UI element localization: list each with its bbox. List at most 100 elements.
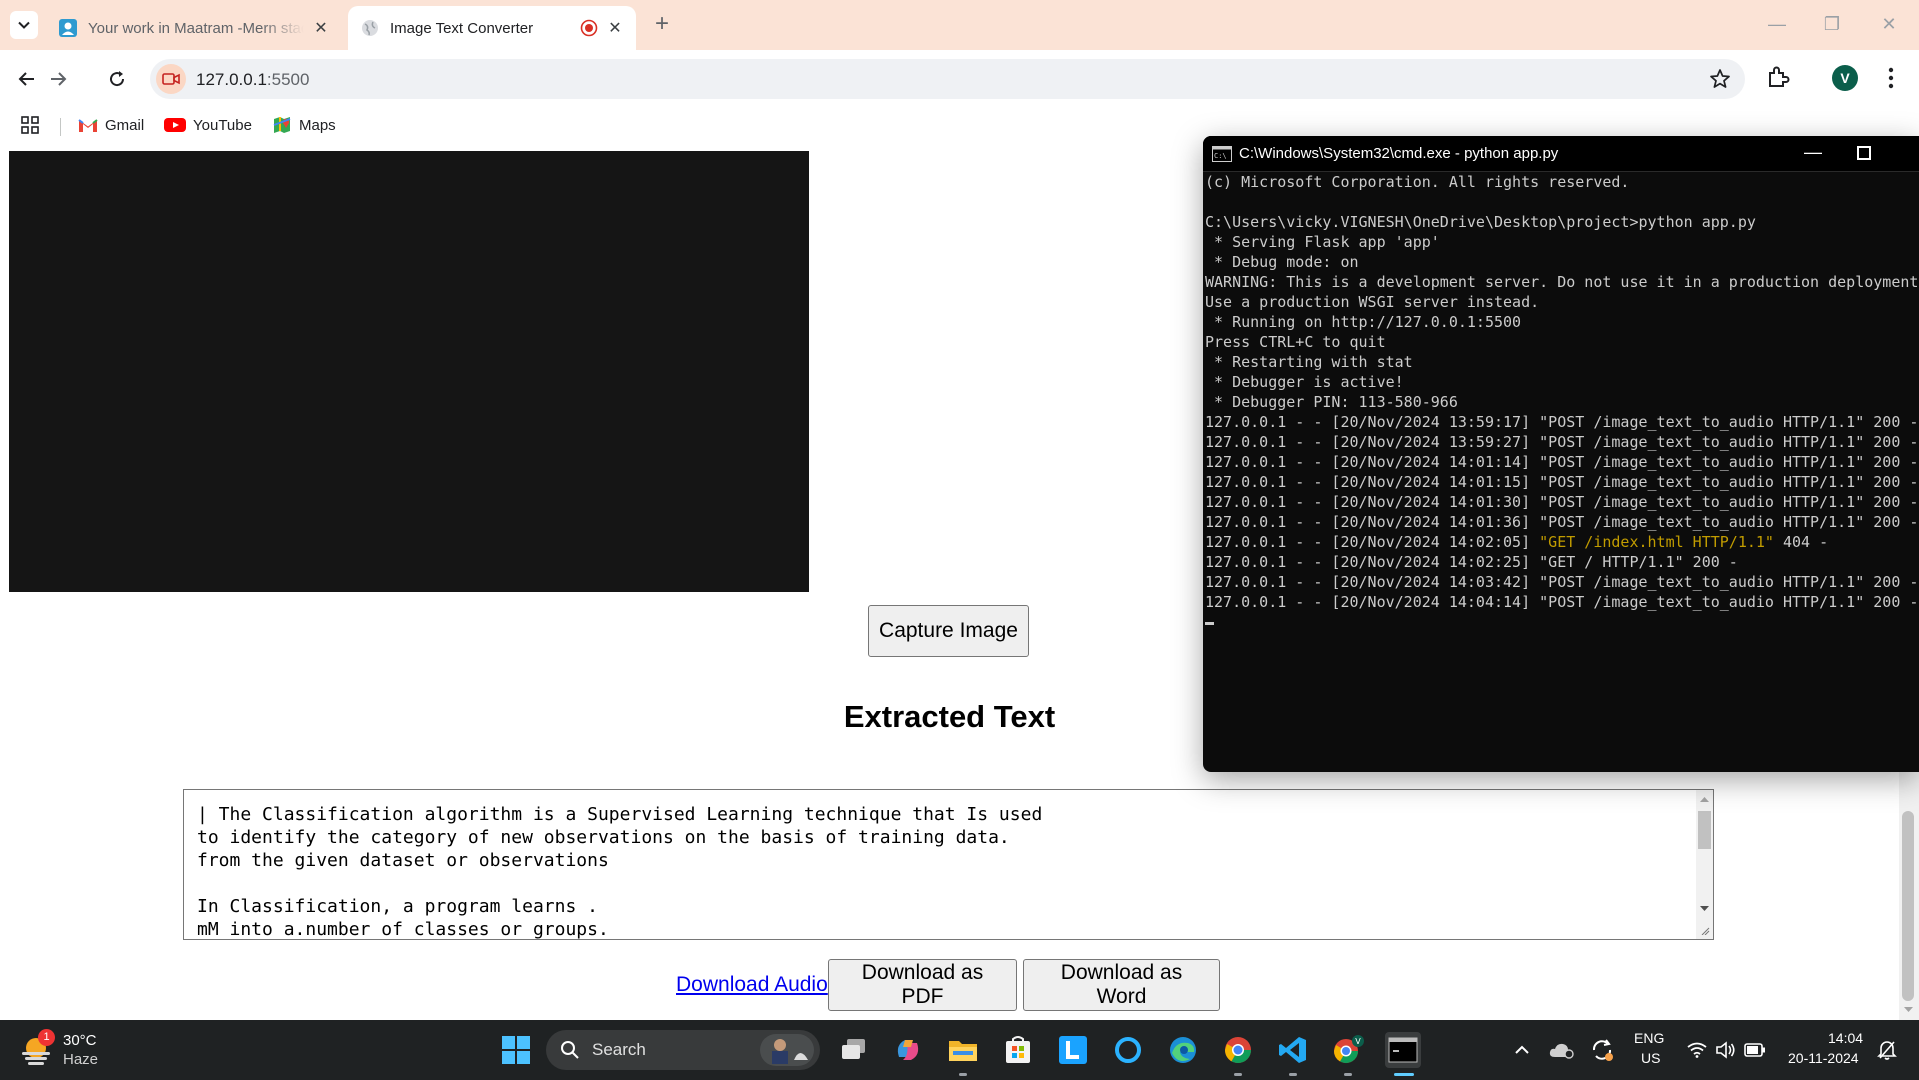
close-tab-icon[interactable]: ✕ <box>606 19 624 37</box>
restore-icon[interactable]: ❐ <box>1820 12 1844 36</box>
cmd-line: 127.0.0.1 - - [20/Nov/2024 13:59:17] "PO… <box>1205 412 1919 432</box>
running-indicator <box>1289 1073 1297 1076</box>
onedrive-icon <box>1549 1043 1574 1059</box>
show-hidden-icons-button[interactable] <box>1510 1038 1534 1062</box>
region-indicator[interactable]: US <box>1641 1050 1660 1066</box>
url-text: 127.0.0.1:5500 <box>196 70 309 90</box>
download-word-button[interactable]: Download as Word <box>1023 959 1220 1011</box>
chevron-up-icon <box>1515 1045 1529 1054</box>
sync-tray[interactable] <box>1589 1038 1615 1062</box>
battery-icon <box>1744 1043 1765 1057</box>
extensions-icon[interactable] <box>1765 64 1791 90</box>
cmd-line-text: * Debugger PIN: 113-580-966 <box>1205 393 1458 411</box>
bookmark-star-icon[interactable] <box>1709 68 1731 90</box>
browser-toolbar: 127.0.0.1:5500 V <box>0 50 1919 108</box>
bookmark-label: Maps <box>299 116 336 134</box>
bookmark-youtube[interactable]: YouTube <box>164 114 252 136</box>
terminal-button[interactable] <box>1385 1032 1421 1068</box>
maximize-icon[interactable] <box>1857 146 1871 160</box>
cmd-line: Press CTRL+C to quit <box>1205 332 1919 352</box>
cmd-output: (c) Microsoft Corporation. All rights re… <box>1205 172 1919 772</box>
language-indicator[interactable]: ENG <box>1634 1030 1664 1046</box>
active-indicator <box>1394 1073 1414 1076</box>
apps-button[interactable] <box>20 114 47 136</box>
cmd-title: C:\Windows\System32\cmd.exe - python app… <box>1239 145 1559 162</box>
close-tab-icon[interactable]: ✕ <box>312 19 330 37</box>
site-info-button[interactable] <box>156 64 186 94</box>
cmd-line-text: 127.0.0.1 - - [20/Nov/2024 14:03:42] "PO… <box>1205 573 1919 591</box>
cmd-line: 127.0.0.1 - - [20/Nov/2024 14:04:14] "PO… <box>1205 592 1919 612</box>
bookmark-gmail[interactable]: Gmail <box>78 114 144 136</box>
chrome-profile-button[interactable]: V <box>1330 1032 1366 1068</box>
search-label: Search <box>592 1040 646 1059</box>
taskbar-search[interactable]: Search <box>546 1030 820 1070</box>
cmd-line-text: 127.0.0.1 - - [20/Nov/2024 14:01:14] "PO… <box>1205 453 1919 471</box>
vscode-button[interactable] <box>1275 1032 1311 1068</box>
l-app-icon <box>1059 1036 1087 1064</box>
download-audio-link[interactable]: Download Audio <box>676 973 828 997</box>
svg-text:V: V <box>1355 1037 1361 1046</box>
edge-button[interactable] <box>1165 1032 1201 1068</box>
cmd-line-text: (c) Microsoft Corporation. All rights re… <box>1205 173 1630 191</box>
bookmark-maps[interactable]: Maps <box>272 114 336 136</box>
scroll-down-icon[interactable] <box>1904 1006 1913 1013</box>
cmd-line: Use a production WSGI server instead. <box>1205 292 1919 312</box>
weather-widget[interactable]: 1 30°C Haze <box>18 1028 138 1074</box>
clock-date[interactable]: 20-11-2024 <box>1788 1050 1859 1066</box>
minimize-icon[interactable]: — <box>1765 12 1789 36</box>
cmd-titlebar[interactable]: C:\ C:\Windows\System32\cmd.exe - python… <box>1203 136 1919 172</box>
start-button[interactable] <box>498 1032 534 1068</box>
cmd-line: WARNING: This is a development server. D… <box>1205 272 1919 292</box>
cmd-line: * Debug mode: on <box>1205 252 1919 272</box>
address-bar[interactable]: 127.0.0.1:5500 <box>150 59 1745 99</box>
scroll-up-icon[interactable] <box>1699 795 1710 804</box>
l-app-button[interactable] <box>1055 1032 1091 1068</box>
minimize-icon[interactable]: — <box>1801 142 1825 166</box>
running-indicator <box>1234 1073 1242 1076</box>
recording-icon <box>580 19 598 37</box>
forward-button[interactable] <box>44 65 72 93</box>
cmd-window[interactable]: C:\ C:\Windows\System32\cmd.exe - python… <box>1203 136 1919 772</box>
textarea-scrollbar[interactable] <box>1696 790 1713 939</box>
notifications-tray[interactable] <box>1876 1038 1898 1062</box>
page-scroll-thumb[interactable] <box>1902 811 1914 1001</box>
microsoft-store-button[interactable] <box>1000 1032 1036 1068</box>
back-button[interactable] <box>13 65 41 93</box>
camera-in-use-icon <box>162 73 180 85</box>
weather-description: Haze <box>63 1051 99 1068</box>
extracted-text-area[interactable]: | The Classification algorithm is a Supe… <box>183 789 1714 940</box>
onedrive-tray[interactable] <box>1549 1038 1575 1062</box>
scroll-down-icon[interactable] <box>1699 904 1710 913</box>
wifi-icon <box>1687 1042 1707 1058</box>
cortana-button[interactable] <box>1110 1032 1146 1068</box>
notification-bell-icon <box>1877 1041 1897 1060</box>
cmd-line-text: Press CTRL+C to quit <box>1205 333 1386 351</box>
reload-button[interactable] <box>103 65 131 93</box>
capture-image-button[interactable]: Capture Image <box>868 605 1029 657</box>
command-prompt-icon: C:\ <box>1212 146 1232 162</box>
edge-icon <box>1170 1037 1196 1063</box>
wifi-tray[interactable] <box>1686 1038 1708 1062</box>
new-tab-button[interactable]: + <box>650 12 674 37</box>
tab-maatram[interactable]: Your work in Maatram -Mern stack ✕ <box>46 6 342 50</box>
close-window-icon[interactable]: ✕ <box>1877 12 1901 36</box>
more-menu-icon[interactable] <box>1882 64 1900 92</box>
battery-tray[interactable] <box>1744 1038 1766 1062</box>
volume-tray[interactable] <box>1714 1038 1736 1062</box>
textarea-scroll-thumb[interactable] <box>1698 811 1711 849</box>
download-pdf-button[interactable]: Download as PDF <box>828 959 1017 1011</box>
tab-image-text-converter[interactable]: Image Text Converter ✕ <box>348 6 636 50</box>
profile-avatar[interactable]: V <box>1832 65 1858 91</box>
resize-grip-icon[interactable] <box>1699 926 1710 935</box>
chevron-down-icon <box>18 21 30 29</box>
task-view-button[interactable] <box>836 1032 872 1068</box>
task-view-icon <box>842 1039 865 1059</box>
extracted-text-content: | The Classification algorithm is a Supe… <box>197 804 1043 940</box>
copilot-button[interactable] <box>890 1032 926 1068</box>
tab-search-button[interactable] <box>10 11 38 39</box>
chrome-profile-icon: V <box>1334 1035 1364 1064</box>
cmd-line <box>1205 192 1919 212</box>
file-explorer-button[interactable] <box>945 1032 981 1068</box>
clock-time[interactable]: 14:04 <box>1828 1030 1863 1046</box>
chrome-button[interactable] <box>1220 1032 1256 1068</box>
